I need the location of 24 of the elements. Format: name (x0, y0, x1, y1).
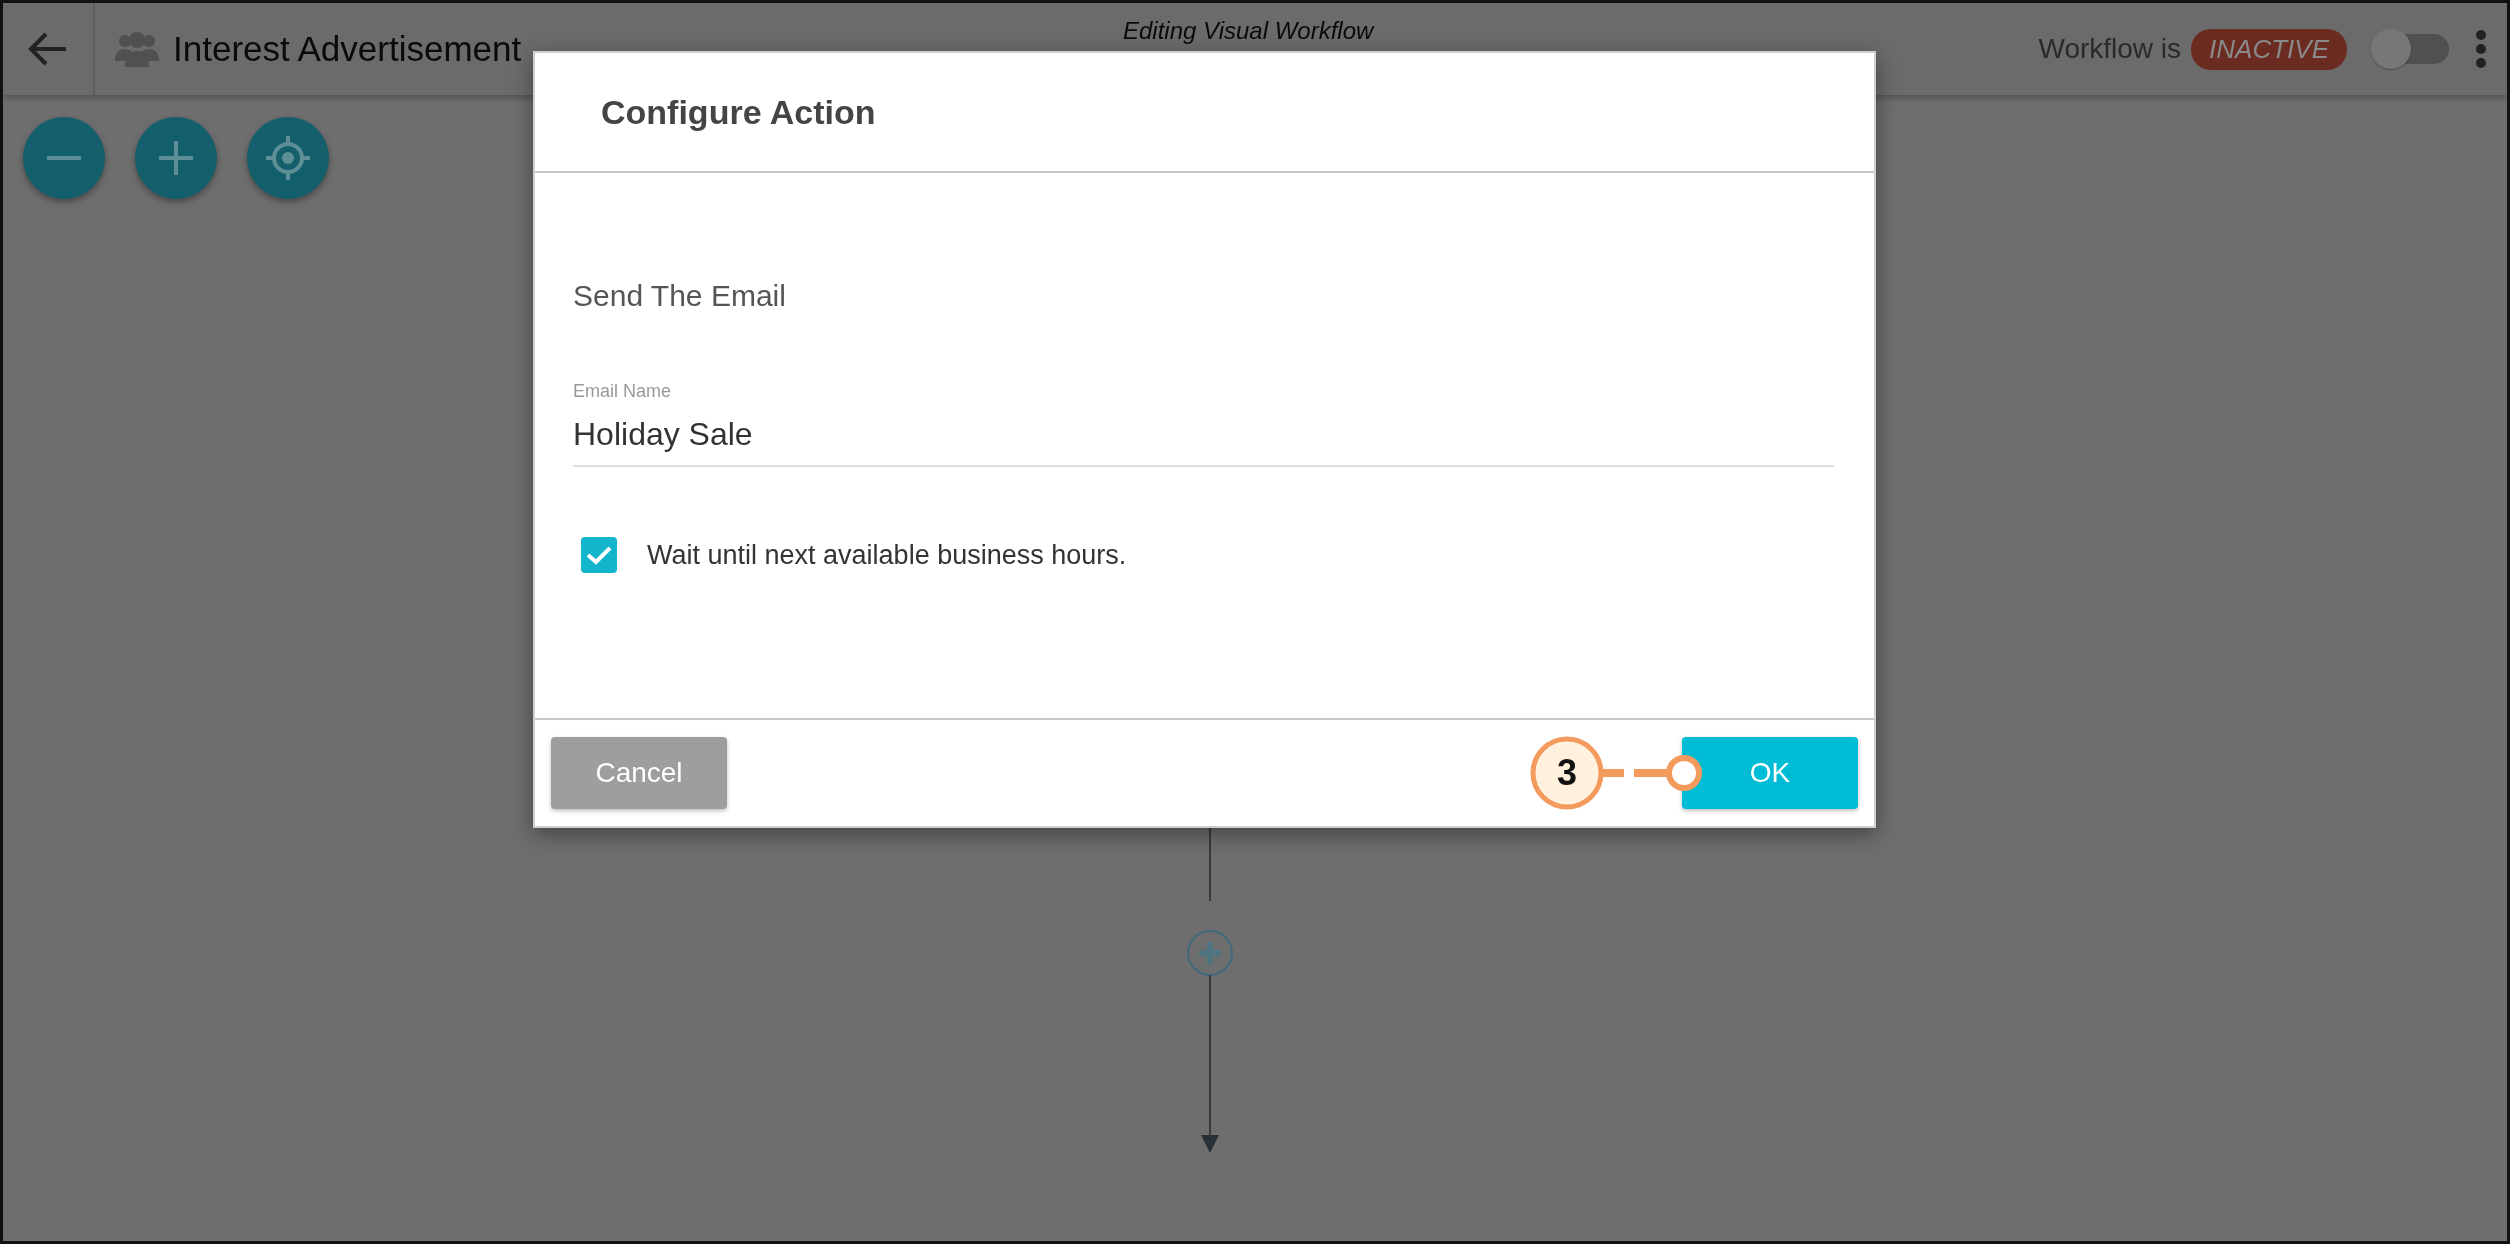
checkmark-icon (586, 545, 612, 565)
active-toggle[interactable] (2371, 27, 2449, 71)
back-arrow-icon (28, 31, 68, 67)
checkbox-label: Wait until next available business hours. (647, 539, 1127, 571)
dialog-title: Configure Action (601, 92, 876, 132)
section-heading: Send The Email (573, 279, 787, 313)
target-icon (266, 136, 310, 180)
editing-subtitle: Editing Visual Workflow (1123, 17, 1374, 45)
callout-number: 3 (1530, 736, 1604, 810)
status-label: Workflow is (2038, 33, 2182, 65)
status-badge: INACTIVE (2191, 28, 2347, 70)
cancel-button[interactable]: Cancel (551, 737, 727, 809)
workflow-title: Interest Advertisement (173, 29, 522, 69)
add-step-button[interactable] (1187, 930, 1233, 976)
ok-button[interactable]: OK (1682, 737, 1858, 809)
more-options-icon[interactable] (2475, 29, 2487, 69)
field-label: Email Name (573, 381, 673, 402)
zoom-out-button[interactable] (23, 117, 105, 199)
plus-icon (159, 141, 193, 175)
minus-icon (47, 156, 81, 160)
zoom-in-button[interactable] (135, 117, 217, 199)
people-icon (115, 31, 159, 67)
checkbox[interactable] (581, 537, 617, 573)
recenter-button[interactable] (247, 117, 329, 199)
